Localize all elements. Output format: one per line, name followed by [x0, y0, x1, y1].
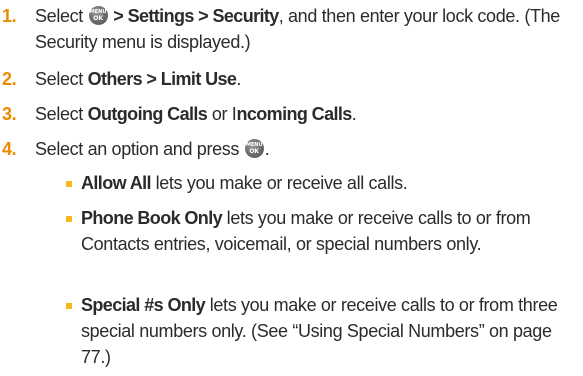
step-2-post: . — [236, 69, 241, 89]
bullet-icon — [66, 303, 72, 309]
step-3-mid: or I — [207, 104, 237, 124]
menu-option-incoming: ncoming Calls — [236, 104, 352, 124]
step-text: Select an option and press MENU OK. — [35, 136, 575, 162]
option-text: Special #s Only lets you make or receive… — [81, 292, 575, 370]
step-1-pre: Select — [35, 6, 88, 26]
step-number: 2. — [2, 69, 17, 89]
option-name: Allow All — [81, 173, 152, 193]
step-number: 3. — [2, 104, 17, 124]
step-text: Select MENU OK > Settings > Security, and… — [35, 3, 575, 55]
option-text: Phone Book Only lets you make or receive… — [81, 205, 575, 257]
step-number: 1. — [2, 6, 17, 26]
option-name: Phone Book Only — [81, 208, 223, 228]
bullet-icon — [66, 181, 72, 187]
menu-path: Others > Limit Use — [87, 69, 237, 89]
bullet-icon — [66, 216, 72, 222]
menu-option-outgoing: Outgoing Calls — [87, 104, 208, 124]
step-4-text: Select an option and press — [35, 139, 244, 159]
instructions: 1. Select MENU OK > Settings > Security, … — [0, 0, 583, 376]
option-text: Allow All lets you make or receive all c… — [81, 170, 575, 196]
step-3-pre: Select — [35, 104, 88, 124]
menu-ok-key-icon: MENU OK — [88, 6, 108, 25]
step-number: 4. — [2, 139, 17, 159]
option-name: Special #s Only — [81, 295, 206, 315]
step-2-pre: Select — [35, 69, 88, 89]
menu-path: > Settings > Security — [113, 6, 279, 26]
step-text: Select Outgoing Calls or Incoming Calls. — [35, 101, 575, 127]
step-4-post: . — [264, 139, 270, 159]
menu-ok-key-icon: MENU OK — [244, 139, 264, 158]
step-3-post: . — [351, 104, 357, 124]
step-text: Select Others > Limit Use. — [35, 66, 575, 92]
option-desc: lets you make or receive all calls. — [150, 173, 408, 193]
